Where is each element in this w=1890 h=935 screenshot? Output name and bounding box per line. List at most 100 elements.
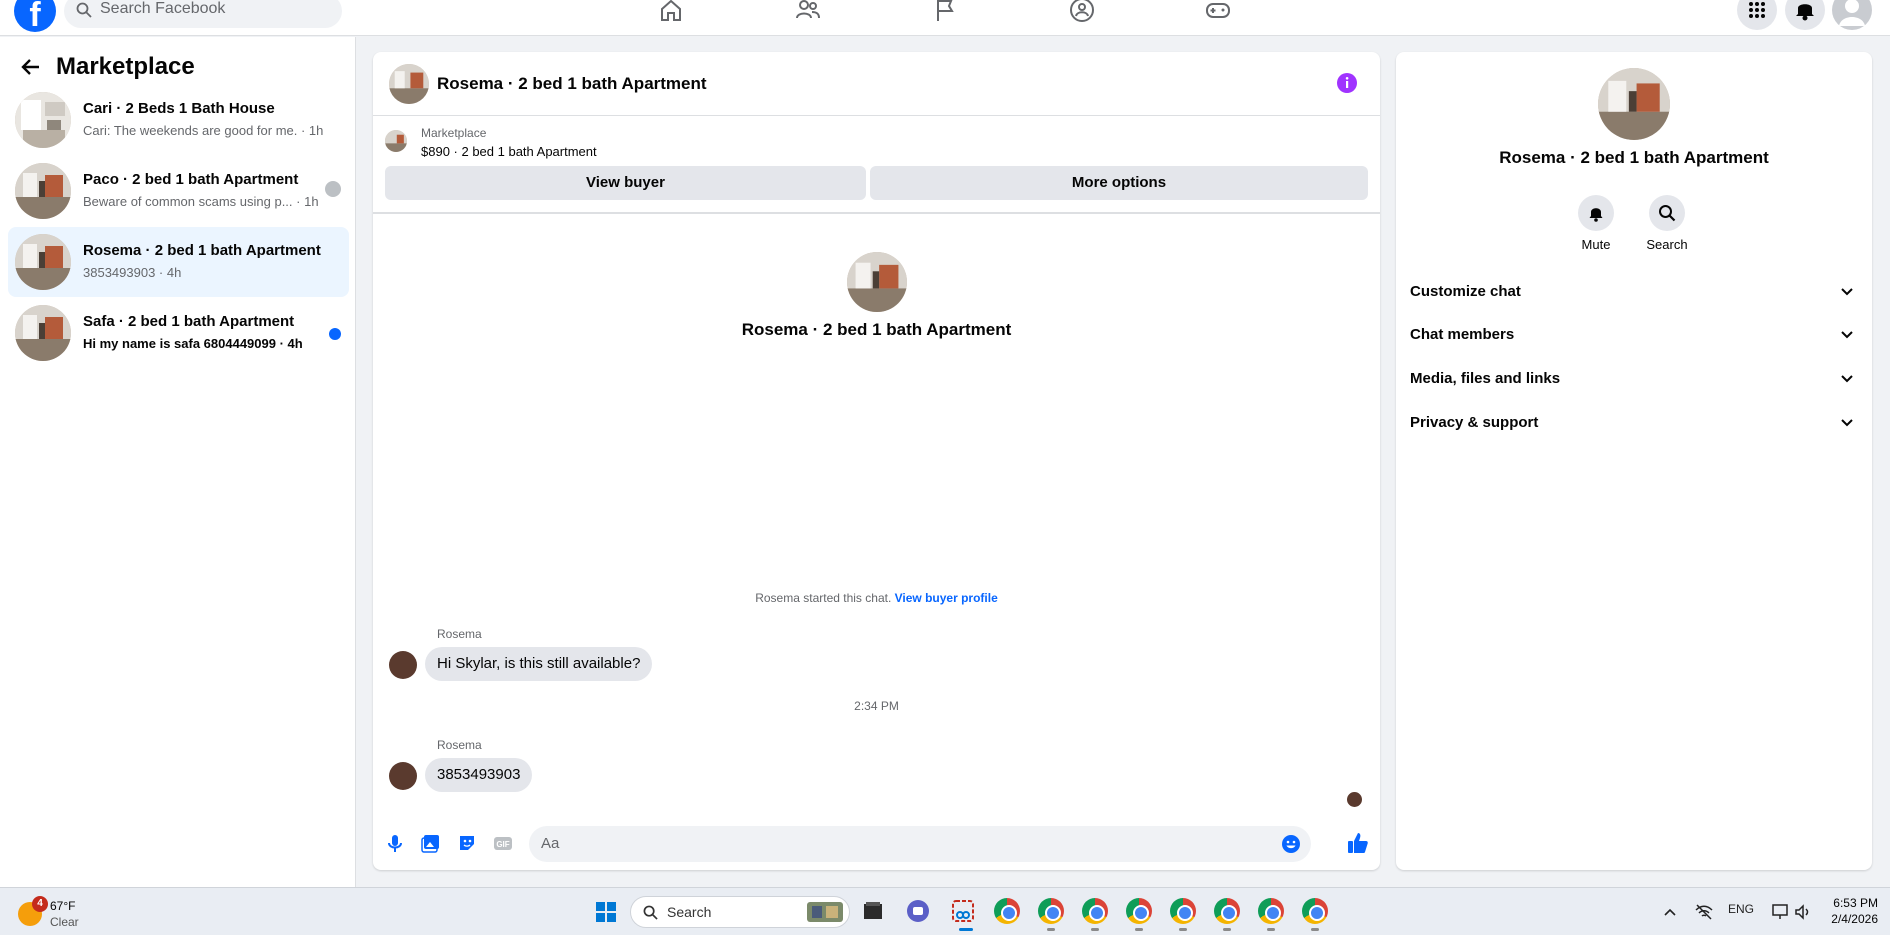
chevron-down-icon bbox=[1841, 288, 1853, 296]
weather-widget[interactable]: 4 67°F Clear bbox=[18, 896, 138, 930]
search-highlight-image-icon bbox=[807, 902, 843, 922]
more-options-button[interactable]: More options bbox=[870, 166, 1368, 200]
gif-icon[interactable]: GIF bbox=[493, 833, 513, 853]
info-icon[interactable] bbox=[1336, 72, 1358, 94]
monitor-icon[interactable] bbox=[1771, 902, 1791, 922]
open-app-indicator bbox=[1267, 928, 1275, 931]
read-receipt-avatar bbox=[1347, 792, 1362, 807]
chrome-profile-icon[interactable] bbox=[1038, 898, 1064, 924]
thread-item-cari[interactable]: Cari · 2 Beds 1 Bath House Cari: The wee… bbox=[8, 85, 349, 155]
home-icon[interactable] bbox=[657, 0, 685, 24]
open-app-indicator bbox=[1311, 928, 1319, 931]
message-bubble[interactable]: 3853493903 bbox=[425, 758, 533, 792]
thread-preview: Beware of common scams using p... · 1h bbox=[83, 194, 319, 209]
groups-icon[interactable] bbox=[1068, 0, 1096, 24]
unread-dot bbox=[329, 328, 341, 340]
search-in-conversation-button[interactable]: Search bbox=[1637, 195, 1697, 252]
friends-icon[interactable] bbox=[794, 0, 822, 24]
view-buyer-button[interactable]: View buyer bbox=[385, 166, 866, 200]
thread-preview: Hi my name is safa 6804449099 · 4h bbox=[83, 336, 303, 351]
notifications-button[interactable] bbox=[1785, 0, 1825, 30]
active-app-indicator bbox=[959, 928, 973, 931]
sidebar-title: Marketplace bbox=[56, 53, 195, 80]
windows-taskbar: 4 67°F Clear Search ENG 6:53 PM 2/4/2026 bbox=[0, 887, 1890, 935]
microphone-icon[interactable] bbox=[385, 833, 405, 853]
logo-letter: f bbox=[29, 0, 41, 32]
facebook-logo[interactable]: f bbox=[14, 0, 56, 32]
teams-chat-icon[interactable] bbox=[905, 898, 931, 924]
sidebar-header: Marketplace bbox=[20, 51, 195, 83]
media-files-links-section[interactable]: Media, files and links bbox=[1410, 361, 1858, 397]
clock-date: 2/4/2026 bbox=[1831, 912, 1878, 926]
listing-thumbnail-small bbox=[385, 130, 407, 152]
privacy-support-section[interactable]: Privacy & support bbox=[1410, 405, 1858, 441]
wifi-off-icon[interactable] bbox=[1694, 902, 1714, 922]
chat-members-section[interactable]: Chat members bbox=[1410, 317, 1858, 353]
search-icon bbox=[76, 2, 92, 18]
bell-icon bbox=[1796, 4, 1814, 21]
svg-text:GIF: GIF bbox=[496, 840, 509, 849]
conversation-avatar[interactable] bbox=[389, 64, 429, 104]
customize-chat-section[interactable]: Customize chat bbox=[1410, 274, 1858, 310]
thread-title: Safa · 2 bed 1 bath Apartment bbox=[83, 313, 295, 330]
chevron-up-icon[interactable] bbox=[1663, 905, 1677, 919]
taskbar-search-box[interactable]: Search bbox=[630, 896, 850, 928]
taskbar-search-label: Search bbox=[667, 904, 712, 920]
hero-avatar bbox=[847, 252, 907, 312]
listing-thumbnail bbox=[15, 92, 71, 148]
conversation-panel: Rosema · 2 bed 1 bath Apartment Marketpl… bbox=[373, 52, 1380, 870]
file-explorer-icon[interactable] bbox=[860, 898, 886, 924]
thread-item-paco[interactable]: Paco · 2 bed 1 bath Apartment Beware of … bbox=[8, 156, 349, 226]
mute-label: Mute bbox=[1581, 237, 1611, 252]
chrome-profile-icon[interactable] bbox=[1214, 898, 1240, 924]
weather-condition: Clear bbox=[50, 915, 79, 929]
pages-flag-icon[interactable] bbox=[931, 0, 959, 24]
listing-price-title[interactable]: $890 · 2 bed 1 bath Apartment bbox=[421, 144, 597, 159]
search-placeholder: Search Facebook bbox=[100, 0, 226, 17]
hero-name: Rosema · 2 bed 1 bath Apartment bbox=[741, 320, 1012, 339]
chat-started-notice: Rosema started this chat. View buyer pro… bbox=[373, 591, 1380, 605]
sender-avatar[interactable] bbox=[389, 651, 417, 679]
thread-item-rosema[interactable]: Rosema · 2 bed 1 bath Apartment 38534939… bbox=[8, 227, 349, 297]
windows-start-icon[interactable] bbox=[595, 901, 617, 923]
thread-item-safa[interactable]: Safa · 2 bed 1 bath Apartment Hi my name… bbox=[8, 298, 349, 368]
facebook-search-input[interactable]: Search Facebook bbox=[64, 0, 342, 28]
language-indicator[interactable]: ENG bbox=[1728, 902, 1754, 916]
message-bubble[interactable]: Hi Skylar, is this still available? bbox=[425, 647, 653, 681]
chrome-profile-icon[interactable] bbox=[1126, 898, 1152, 924]
volume-icon[interactable] bbox=[1793, 902, 1813, 922]
menu-grid-button[interactable] bbox=[1737, 0, 1777, 30]
sticker-icon[interactable] bbox=[457, 833, 477, 853]
chevron-down-icon bbox=[1841, 375, 1853, 383]
chrome-profile-icon[interactable] bbox=[1302, 898, 1328, 924]
thumbs-up-icon[interactable] bbox=[1346, 831, 1370, 855]
emoji-icon[interactable] bbox=[1281, 834, 1301, 854]
search-label: Search bbox=[1646, 237, 1688, 252]
user-silhouette-icon bbox=[1839, 0, 1865, 26]
snipping-tool-icon[interactable] bbox=[950, 898, 976, 924]
view-buyer-profile-link[interactable]: View buyer profile bbox=[895, 591, 998, 605]
photo-gallery-icon[interactable] bbox=[421, 833, 441, 853]
open-app-indicator bbox=[1135, 928, 1143, 931]
chevron-down-icon bbox=[1841, 419, 1853, 427]
marketplace-label: Marketplace bbox=[421, 126, 487, 140]
sender-avatar[interactable] bbox=[389, 762, 417, 790]
chrome-profile-icon[interactable] bbox=[1082, 898, 1108, 924]
message-input-placeholder: Aa bbox=[541, 835, 560, 852]
gaming-icon[interactable] bbox=[1204, 0, 1232, 24]
message-sender: Rosema bbox=[437, 627, 482, 641]
thread-preview: 3853493903 · 4h bbox=[83, 265, 182, 280]
conversation-name[interactable]: Rosema · 2 bed 1 bath Apartment bbox=[437, 74, 707, 94]
back-arrow-icon[interactable] bbox=[20, 56, 42, 78]
details-avatar bbox=[1598, 68, 1670, 140]
clock-time: 6:53 PM bbox=[1833, 896, 1878, 910]
message-input[interactable]: Aa bbox=[529, 826, 1311, 862]
thread-title: Cari · 2 Beds 1 Bath House bbox=[83, 100, 275, 117]
chrome-profile-icon[interactable] bbox=[1170, 898, 1196, 924]
account-avatar[interactable] bbox=[1832, 0, 1872, 30]
chrome-icon[interactable] bbox=[994, 898, 1020, 924]
mute-button[interactable]: Mute bbox=[1566, 195, 1626, 252]
chrome-profile-icon[interactable] bbox=[1258, 898, 1284, 924]
search-icon bbox=[643, 905, 658, 920]
system-clock[interactable]: 6:53 PM 2/4/2026 bbox=[1822, 895, 1878, 927]
